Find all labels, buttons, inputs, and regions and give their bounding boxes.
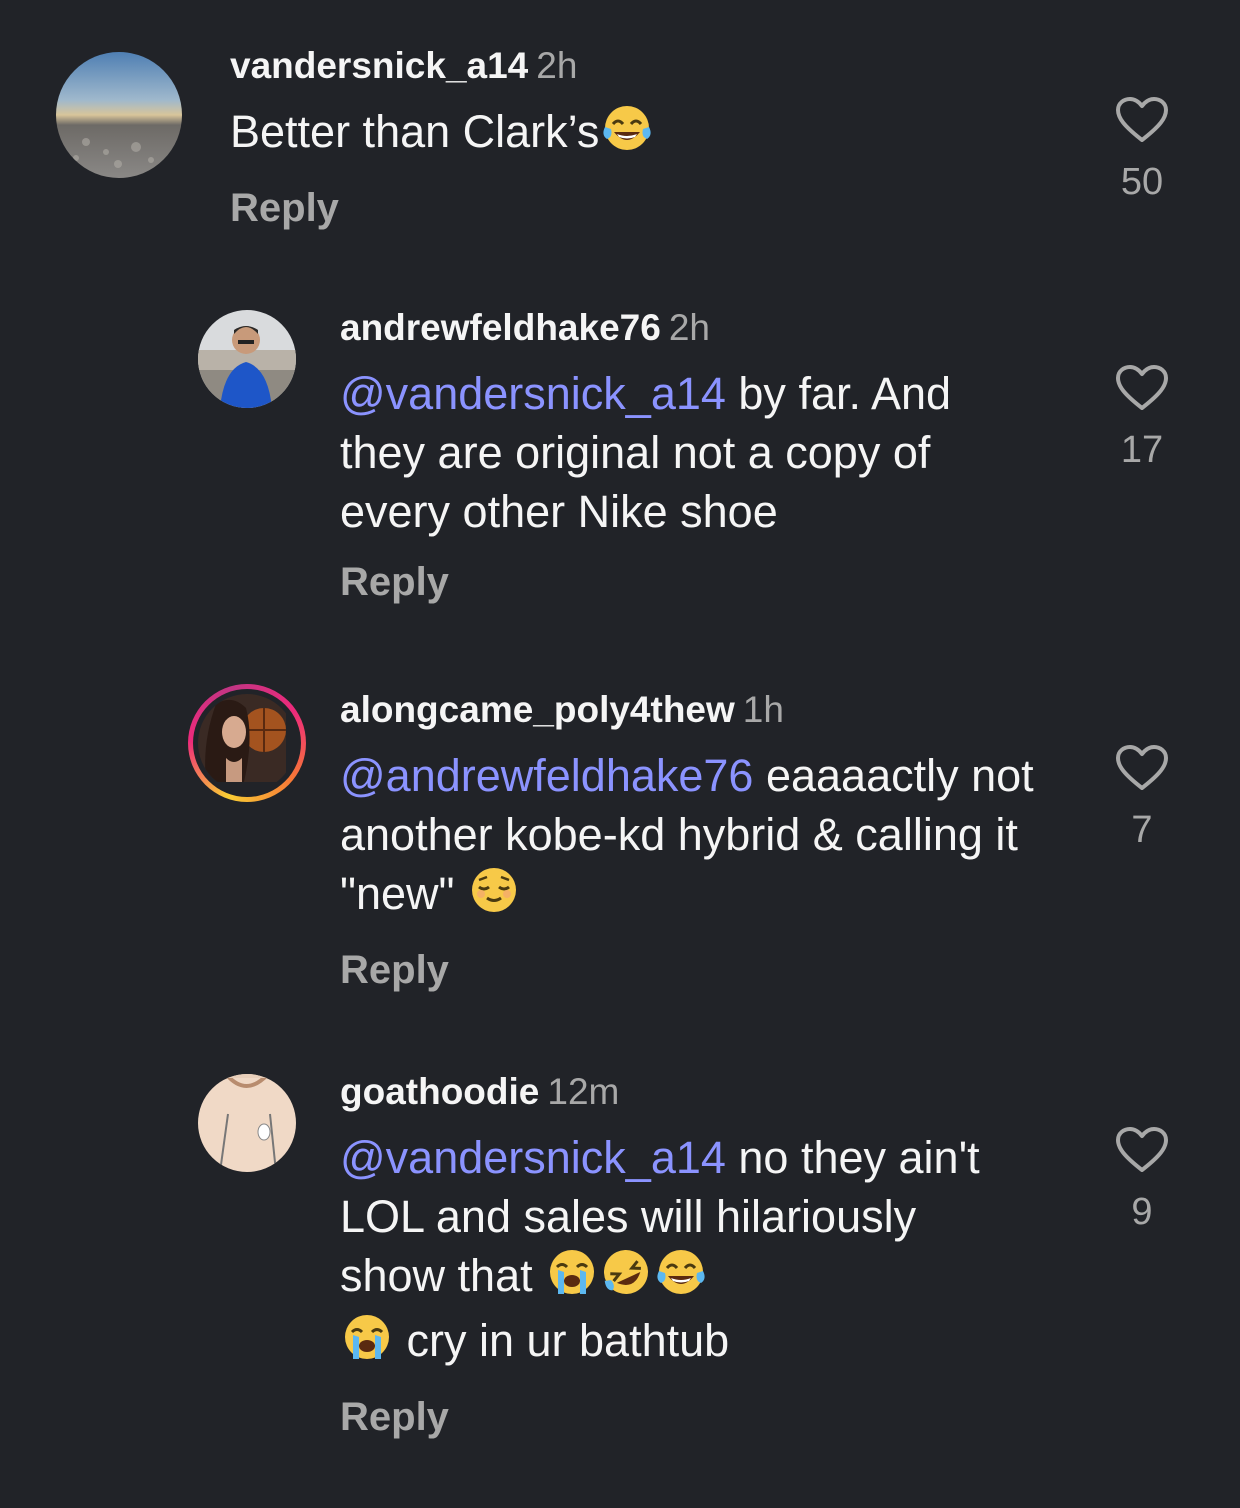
like-area: 17 xyxy=(1102,364,1182,472)
reply-button[interactable]: Reply xyxy=(340,1392,1020,1442)
comment-meta: alongcame_poly4thew 1h xyxy=(340,688,1060,732)
heart-icon[interactable] xyxy=(1114,96,1170,144)
avatar-photo-sky xyxy=(56,52,182,178)
username[interactable]: andrewfeldhake76 xyxy=(340,307,661,348)
like-count: 9 xyxy=(1131,1191,1153,1233)
avatar-photo-hoodie xyxy=(198,1074,296,1172)
username[interactable]: vandersnick_a14 xyxy=(230,45,528,86)
avatar[interactable] xyxy=(198,310,296,408)
comment-text: Better than Clark’s xyxy=(230,102,950,167)
comment-text: @vandersnick_a14 by far. And they are or… xyxy=(340,364,1040,541)
story-ring[interactable] xyxy=(188,684,306,802)
like-count: 7 xyxy=(1131,809,1153,851)
loudly-crying-emoji xyxy=(340,1312,394,1376)
avatar[interactable] xyxy=(56,52,182,178)
heart-icon[interactable] xyxy=(1114,744,1170,792)
avatar xyxy=(198,694,296,792)
reply-button[interactable]: Reply xyxy=(340,557,1040,607)
comment-text-content: cry in ur bathtub xyxy=(394,1315,730,1366)
like-area: 7 xyxy=(1102,744,1182,852)
rolling-laughing-emoji xyxy=(599,1247,653,1311)
tears-of-joy-emoji xyxy=(653,1247,709,1311)
mention-link[interactable]: @vandersnick_a14 xyxy=(340,368,726,419)
timestamp: 2h xyxy=(668,307,710,348)
comment-meta: goathoodie 12m xyxy=(340,1070,1020,1114)
like-area: 9 xyxy=(1102,1126,1182,1234)
username[interactable]: alongcame_poly4thew xyxy=(340,689,735,730)
heart-icon[interactable] xyxy=(1114,1126,1170,1174)
comment-text: @andrewfeldhake76 eaaaactly not another … xyxy=(340,746,1060,929)
avatar[interactable] xyxy=(198,1074,296,1172)
loudly-crying-emoji xyxy=(545,1247,599,1311)
mention-link[interactable]: @vandersnick_a14 xyxy=(340,1132,726,1183)
like-count: 50 xyxy=(1120,161,1164,203)
timestamp: 2h xyxy=(536,45,578,86)
like-count: 17 xyxy=(1120,429,1164,471)
avatar-photo-man xyxy=(198,310,296,408)
timestamp: 12m xyxy=(547,1071,620,1112)
like-area: 50 xyxy=(1102,96,1182,204)
tears-of-joy-emoji xyxy=(599,103,655,167)
avatar-photo-woman xyxy=(198,694,286,782)
reply-button[interactable]: Reply xyxy=(340,945,1060,995)
heart-icon[interactable] xyxy=(1114,364,1170,412)
mention-link[interactable]: @andrewfeldhake76 xyxy=(340,750,753,801)
comment-text-content: Better than Clark’s xyxy=(230,106,600,157)
comment-text: @vandersnick_a14 no they ain't LOL and s… xyxy=(340,1128,1020,1376)
reply-button[interactable]: Reply xyxy=(230,183,950,233)
username[interactable]: goathoodie xyxy=(340,1071,539,1112)
comment-meta: vandersnick_a14 2h xyxy=(230,44,950,88)
comment-meta: andrewfeldhake76 2h xyxy=(340,306,1040,350)
timestamp: 1h xyxy=(742,689,784,730)
relieved-face-emoji xyxy=(467,865,521,929)
